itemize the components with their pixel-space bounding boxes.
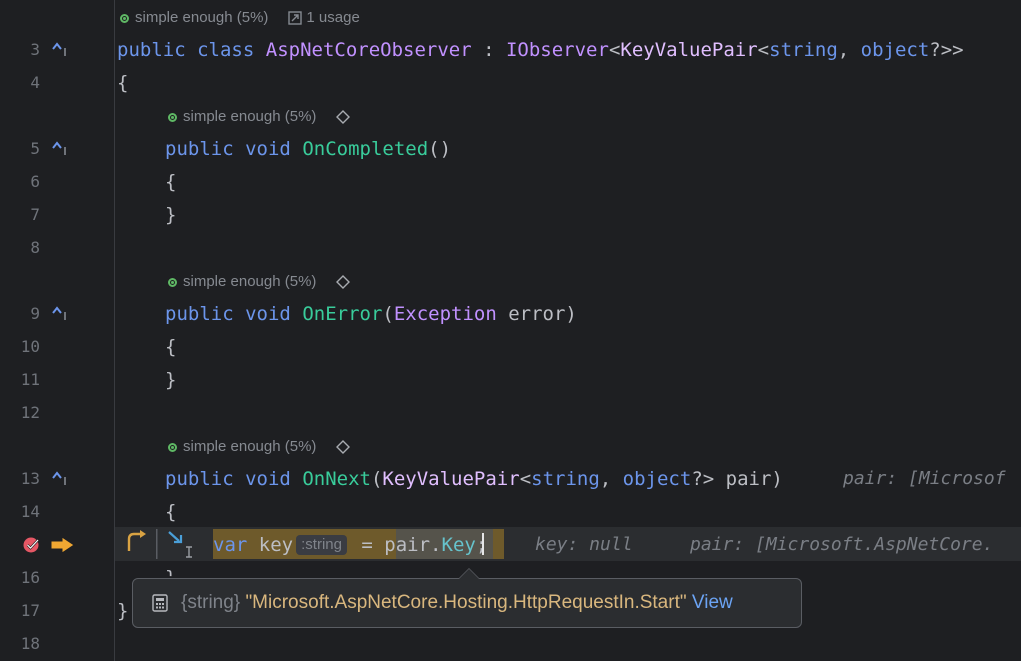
type-inlay-hint: :string <box>296 535 347 555</box>
class-usages-hint[interactable]: 1 usage <box>306 8 359 28</box>
code-line-9[interactable]: public void OnError(Exception error) <box>165 302 577 326</box>
line-number[interactable]: 17 <box>0 601 40 621</box>
diamond-icon[interactable] <box>336 110 351 124</box>
implements-icon[interactable] <box>50 304 70 324</box>
diamond-icon[interactable] <box>336 440 351 454</box>
implements-icon[interactable] <box>50 469 70 489</box>
code-line-6[interactable]: { <box>165 170 176 194</box>
editor-gutter <box>0 0 114 661</box>
complexity-status-icon <box>168 112 177 122</box>
line-number[interactable]: 13 <box>0 469 40 489</box>
complexity-status-icon <box>168 442 177 452</box>
code-line-7[interactable]: } <box>165 203 176 227</box>
text-caret <box>482 533 484 555</box>
execution-point-arrow-icon <box>50 536 76 558</box>
line-number[interactable]: 3 <box>0 40 40 60</box>
line-number[interactable]: 16 <box>0 568 40 588</box>
tooltip-type: {string} <box>181 592 241 613</box>
code-line-3[interactable]: public class AspNetCoreObserver : IObser… <box>117 38 964 62</box>
line-number[interactable]: 7 <box>0 205 40 225</box>
inline-value-pair: pair: [Microsof <box>843 468 1006 489</box>
code-line-17[interactable]: } <box>117 599 128 623</box>
complexity-status-icon <box>120 13 129 23</box>
line-number[interactable]: 5 <box>0 139 40 159</box>
implements-icon[interactable] <box>50 139 70 159</box>
line-number[interactable]: 12 <box>0 403 40 423</box>
line-number[interactable]: 6 <box>0 172 40 192</box>
code-line-14[interactable]: { <box>165 500 176 524</box>
oncompleted-complexity-hint[interactable]: simple enough (5%) <box>168 107 351 127</box>
code-line-11[interactable]: } <box>165 368 176 392</box>
inline-value-key: key: null <box>535 534 633 555</box>
line-number[interactable]: 8 <box>0 238 40 258</box>
line-number[interactable]: 14 <box>0 502 40 522</box>
smart-step-into-icons[interactable] <box>123 529 203 563</box>
breakpoint-icon[interactable] <box>22 535 42 559</box>
usages-icon <box>288 11 303 25</box>
value-tooltip[interactable]: {string} "Microsoft.AspNetCore.Hosting.H… <box>132 568 802 628</box>
code-line-10[interactable]: { <box>165 335 176 359</box>
onnext-complexity-hint[interactable]: simple enough (5%) <box>168 437 351 457</box>
class-complexity-hint[interactable]: simple enough (5%) 1 usage <box>120 8 360 28</box>
tooltip-value: "Microsoft.AspNetCore.Hosting.HttpReques… <box>245 592 687 613</box>
code-line-15[interactable]: var key:string = pair.Key; <box>213 533 487 557</box>
code-line-5[interactable]: public void OnCompleted() <box>165 137 451 161</box>
tooltip-view-link[interactable]: View <box>692 592 733 613</box>
line-number[interactable]: 18 <box>0 634 40 654</box>
inline-value-pair: pair: [Microsoft.AspNetCore. <box>690 534 994 555</box>
calculator-icon <box>152 594 168 612</box>
line-number[interactable]: 9 <box>0 304 40 324</box>
line-number[interactable]: 4 <box>0 73 40 93</box>
tooltip-pointer <box>458 568 480 579</box>
implements-icon[interactable] <box>50 40 70 60</box>
onerror-complexity-hint[interactable]: simple enough (5%) <box>168 272 351 292</box>
code-line-4[interactable]: { <box>117 71 128 95</box>
code-line-13[interactable]: public void OnNext(KeyValuePair<string, … <box>165 467 783 491</box>
line-number[interactable]: 11 <box>0 370 40 390</box>
complexity-status-icon <box>168 277 177 287</box>
gutter-separator <box>114 0 115 661</box>
line-number[interactable]: 10 <box>0 337 40 357</box>
diamond-icon[interactable] <box>336 275 351 289</box>
